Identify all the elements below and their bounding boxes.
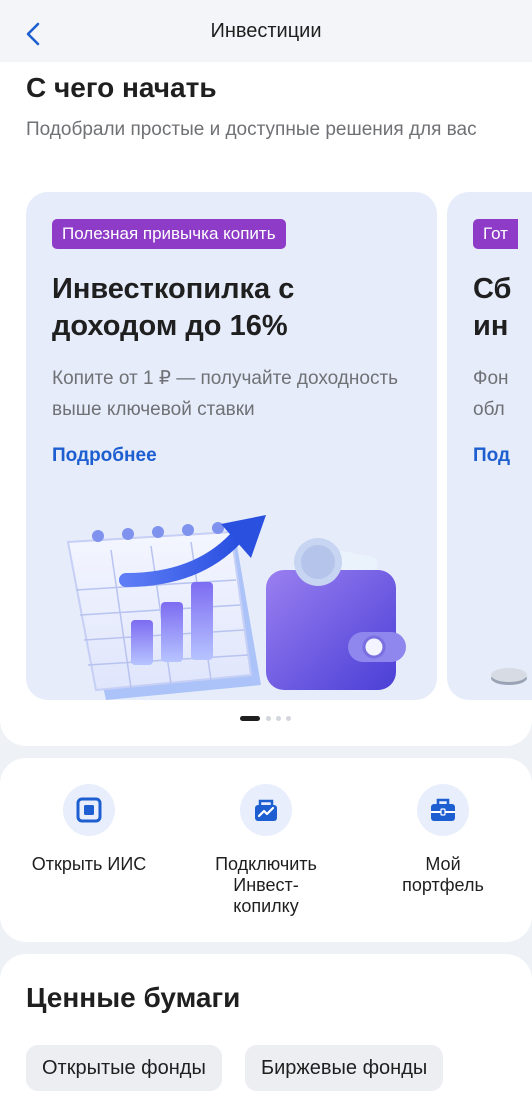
action-label: Мой портфель <box>402 854 484 895</box>
open-iis-action[interactable]: Открыть ИИС <box>9 784 169 875</box>
promo-card-next[interactable]: Гот Сб ин Фон обл Под <box>447 192 532 700</box>
chip-exchange-funds[interactable]: Биржевые фонды <box>245 1045 444 1091</box>
top-bar: Инвестиции <box>0 0 532 70</box>
carousel-dot[interactable] <box>266 716 271 721</box>
promo-badge: Полезная привычка копить <box>52 219 286 249</box>
promo-description: Копите от 1 ₽ — получайте доходность выш… <box>52 368 399 420</box>
promo-title: Сб ин <box>473 271 511 345</box>
action-label: Открыть ИИС <box>31 854 147 874</box>
calendar-wallet-illustration <box>66 515 406 700</box>
promo-title-line: ин <box>473 310 509 342</box>
connect-invest-piggy-action[interactable]: Подключить Инвест-копилку <box>186 784 346 917</box>
promo-description: Фон обл <box>473 363 509 425</box>
action-icon-circle <box>63 784 115 836</box>
section-subtitle: Подобрали простые и доступные решения дл… <box>26 119 477 140</box>
promo-title-line: Сб <box>473 273 512 305</box>
action-icon-circle <box>240 784 292 836</box>
chip-open-funds[interactable]: Открытые фонды <box>26 1045 222 1091</box>
promo-more-link[interactable]: Подробнее <box>52 445 157 467</box>
iis-square-icon <box>76 797 102 823</box>
securities-card: Ценные бумаги Открытые фонды Биржевые фо… <box>0 954 532 1094</box>
carousel-dot[interactable] <box>276 716 281 721</box>
section-title: С чего начать <box>26 72 217 103</box>
promo-card-invest-piggy[interactable]: Полезная привычка копить Инвесткопилка с… <box>26 192 437 700</box>
promo-more-link[interactable]: Под <box>473 445 510 467</box>
promo-title: Инвесткопилка с доходом до 16% <box>52 273 295 342</box>
page-title: Инвестиции <box>210 20 322 42</box>
briefcase-icon <box>431 798 455 821</box>
action-icon-circle <box>417 784 469 836</box>
coin-illustration <box>491 668 527 685</box>
securities-title: Ценные бумаги <box>26 982 241 1013</box>
carousel-dot[interactable] <box>240 716 260 721</box>
carousel-dot[interactable] <box>286 716 291 721</box>
promo-desc-line: обл <box>473 399 505 420</box>
my-portfolio-action[interactable]: Мой портфель <box>363 784 523 896</box>
promo-badge: Гот <box>473 219 518 249</box>
action-label: Подключить Инвест-копилку <box>215 854 317 916</box>
promo-desc-line: Фон <box>473 368 509 389</box>
quick-actions-card: Открыть ИИС Подключить Инвест-копилку Мо… <box>0 758 532 942</box>
piggy-chart-icon <box>255 799 277 821</box>
